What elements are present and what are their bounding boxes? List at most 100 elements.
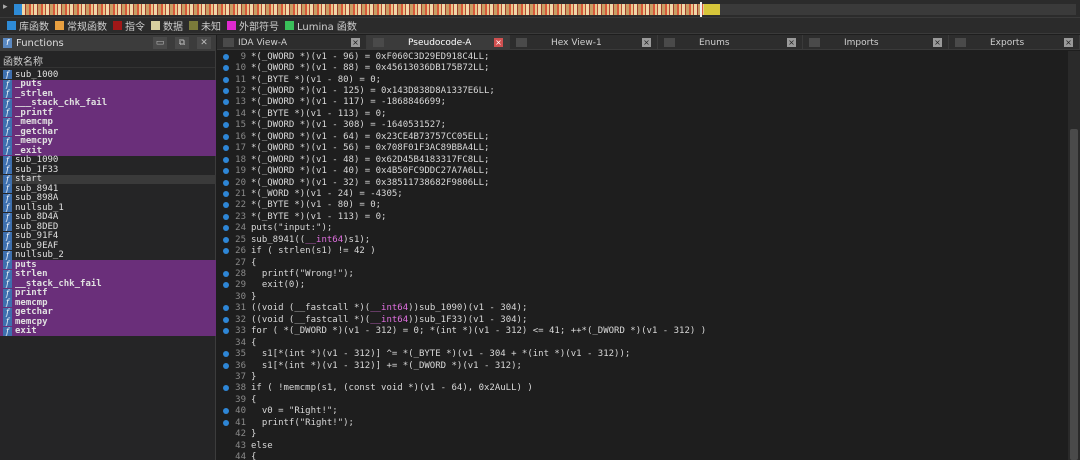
restore-icon[interactable]: ▭ [153, 37, 167, 49]
function-name-column-header[interactable]: 函数名称 [0, 51, 215, 68]
tab-close-icon[interactable]: × [933, 38, 942, 47]
navigation-band[interactable]: ▸ [0, 0, 1080, 18]
code-line[interactable]: 34 { [217, 337, 1068, 348]
function-list-item[interactable]: f _memcmp [0, 117, 216, 127]
function-list-item[interactable]: f _memcpy [0, 136, 216, 146]
breakpoint-dot-icon[interactable] [223, 168, 229, 175]
function-list-item[interactable]: f sub_898A [0, 193, 216, 203]
function-list-item[interactable]: f sub_91F4 [0, 231, 216, 241]
code-line[interactable]: 32 ((void (__fastcall *)(__int64))sub_1F3… [217, 314, 1068, 325]
function-list-item[interactable]: f nullsub_1 [0, 203, 216, 213]
function-list-item[interactable]: f ___stack_chk_fail [0, 98, 216, 108]
code-line[interactable]: 30} [217, 291, 1068, 302]
function-list-item[interactable]: f sub_8941 [0, 184, 216, 194]
close-icon[interactable]: ✕ [197, 37, 211, 49]
function-list-item[interactable]: f sub_1F33 [0, 165, 216, 175]
function-list-item[interactable]: f _getchar [0, 127, 216, 137]
code-line[interactable]: 14 *(_BYTE *)(v1 - 113) = 0; [217, 108, 1068, 119]
tab-close-icon[interactable]: × [1064, 38, 1073, 47]
breakpoint-dot-icon[interactable] [223, 190, 229, 197]
breakpoint-dot-icon[interactable] [223, 271, 229, 278]
code-line[interactable]: 23 *(_BYTE *)(v1 - 113) = 0; [217, 211, 1068, 222]
breakpoint-dot-icon[interactable] [223, 305, 229, 312]
tab-close-icon[interactable]: × [787, 38, 796, 47]
code-line[interactable]: 20 *(_QWORD *)(v1 - 32) = 0x38511738682F9… [217, 177, 1068, 188]
function-list-item[interactable]: f start [0, 174, 216, 184]
breakpoint-dot-icon[interactable] [223, 156, 229, 163]
function-list-item[interactable]: f _exit [0, 146, 216, 156]
breakpoint-dot-icon[interactable] [223, 202, 229, 209]
code-line[interactable]: 38 if ( !memcmp(s1, (const void *)(v1 - 6… [217, 383, 1068, 394]
function-list-item[interactable]: f sub_8D4A [0, 212, 216, 222]
tab-hex-view-1[interactable]: Hex View-1 × [510, 35, 658, 50]
code-line[interactable]: 17 *(_QWORD *)(v1 - 56) = 0x708F01F3AC89B… [217, 143, 1068, 154]
breakpoint-dot-icon[interactable] [223, 328, 229, 335]
function-list-item[interactable]: f sub_1090 [0, 155, 216, 165]
code-line[interactable]: 40 v0 = "Right!"; [217, 406, 1068, 417]
code-line[interactable]: 44 { [217, 451, 1068, 460]
function-list-item[interactable]: f memcmp [0, 298, 216, 308]
breakpoint-dot-icon[interactable] [223, 53, 229, 60]
scrollbar-thumb[interactable] [1070, 129, 1078, 460]
vertical-scrollbar[interactable] [1068, 51, 1080, 460]
code-line[interactable]: 11 *(_BYTE *)(v1 - 80) = 0; [217, 74, 1068, 85]
breakpoint-dot-icon[interactable] [223, 362, 229, 369]
breakpoint-dot-icon[interactable] [223, 88, 229, 95]
code-line[interactable]: 26 if ( strlen(s1) != 42 ) [217, 245, 1068, 256]
function-list-item[interactable]: f strlen [0, 269, 216, 279]
navigation-strip[interactable] [14, 2, 720, 17]
breakpoint-dot-icon[interactable] [223, 236, 229, 243]
code-line[interactable]: 16 *(_QWORD *)(v1 - 64) = 0x23CE4B73757CC… [217, 131, 1068, 142]
function-list-item[interactable]: f exit [0, 326, 216, 336]
function-list-item[interactable]: f _printf [0, 108, 216, 118]
breakpoint-dot-icon[interactable] [223, 408, 229, 415]
breakpoint-dot-icon[interactable] [223, 145, 229, 152]
breakpoint-dot-icon[interactable] [223, 122, 229, 129]
code-line[interactable]: 25 sub_8941((__int64)s1); [217, 234, 1068, 245]
code-line[interactable]: 41 printf("Right!"); [217, 417, 1068, 428]
function-list-item[interactable]: f sub_8DED [0, 222, 216, 232]
code-line[interactable]: 35 s1[*(int *)(v1 - 312)] ^= *(_BYTE *)(… [217, 348, 1068, 359]
tab-enums[interactable]: Enums × [658, 35, 803, 50]
breakpoint-dot-icon[interactable] [223, 99, 229, 106]
function-list-item[interactable]: f nullsub_2 [0, 250, 216, 260]
tab-imports[interactable]: Imports × [803, 35, 949, 50]
breakpoint-dot-icon[interactable] [223, 133, 229, 140]
tab-pseudocode-a[interactable]: Pseudocode-A × [367, 35, 510, 50]
breakpoint-dot-icon[interactable] [223, 419, 229, 426]
tab-close-icon[interactable]: × [494, 38, 503, 47]
tab-ida-view-a[interactable]: IDA View-A × [217, 35, 367, 50]
function-list-item[interactable]: f sub_9EAF [0, 241, 216, 251]
function-list-item[interactable]: f printf [0, 288, 216, 298]
breakpoint-dot-icon[interactable] [223, 248, 229, 255]
code-line[interactable]: 9 *(_QWORD *)(v1 - 96) = 0xF060C3D29ED918… [217, 51, 1068, 62]
pseudocode-view[interactable]: 9 *(_QWORD *)(v1 - 96) = 0xF060C3D29ED918… [217, 51, 1068, 460]
breakpoint-dot-icon[interactable] [223, 110, 229, 117]
code-line[interactable]: 37} [217, 371, 1068, 382]
breakpoint-dot-icon[interactable] [223, 385, 229, 392]
code-line[interactable]: 36 s1[*(int *)(v1 - 312)] += *(_DWORD *)… [217, 360, 1068, 371]
code-line[interactable]: 24 puts("input:"); [217, 223, 1068, 234]
tab-exports[interactable]: Exports × [949, 35, 1080, 50]
breakpoint-dot-icon[interactable] [223, 282, 229, 289]
code-line[interactable]: 12 *(_QWORD *)(v1 - 125) = 0x143D838D8A13… [217, 85, 1068, 96]
code-line[interactable]: 19 *(_QWORD *)(v1 - 40) = 0x4B50FC9DDC27A… [217, 165, 1068, 176]
code-line[interactable]: 29 exit(0); [217, 280, 1068, 291]
breakpoint-dot-icon[interactable] [223, 316, 229, 323]
code-line[interactable]: 42} [217, 428, 1068, 439]
breakpoint-dot-icon[interactable] [223, 65, 229, 72]
code-line[interactable]: 33 for ( *(_DWORD *)(v1 - 312) = 0; *(int… [217, 326, 1068, 337]
breakpoint-dot-icon[interactable] [223, 225, 229, 232]
code-line[interactable]: 28 printf("Wrong!"); [217, 268, 1068, 279]
breakpoint-dot-icon[interactable] [223, 351, 229, 358]
code-line[interactable]: 31 ((void (__fastcall *)(__int64))sub_109… [217, 303, 1068, 314]
code-line[interactable]: 22 *(_BYTE *)(v1 - 80) = 0; [217, 200, 1068, 211]
float-icon[interactable]: ⧉ [175, 37, 189, 49]
tab-close-icon[interactable]: × [642, 38, 651, 47]
tab-close-icon[interactable]: × [351, 38, 360, 47]
code-line[interactable]: 13 *(_DWORD *)(v1 - 117) = -1868846699; [217, 97, 1068, 108]
breakpoint-dot-icon[interactable] [223, 179, 229, 186]
breakpoint-dot-icon[interactable] [223, 76, 229, 83]
code-line[interactable]: 10 *(_QWORD *)(v1 - 88) = 0x45613036DB175… [217, 62, 1068, 73]
breakpoint-dot-icon[interactable] [223, 213, 229, 220]
